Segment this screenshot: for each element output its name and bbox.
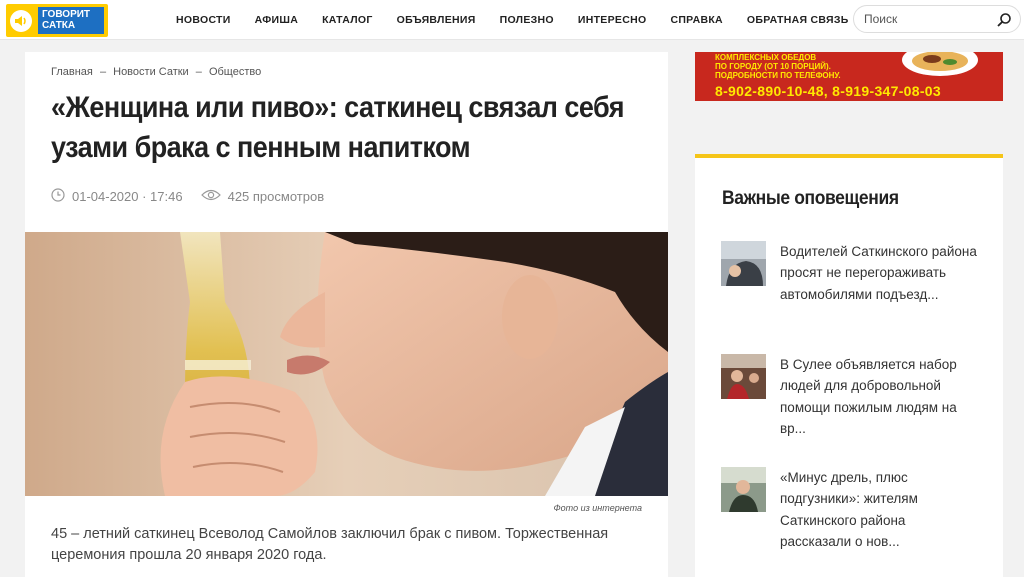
nav-afisha[interactable]: АФИША [255, 14, 298, 26]
breadcrumb-separator: – [99, 66, 107, 78]
banner-line-1: КОМПЛЕКСНЫХ ОБЕДОВ [715, 53, 817, 62]
alert-item[interactable]: В Сулее объявляется набор людей для добр… [721, 354, 981, 439]
ad-banner[interactable]: КОМПЛЕКСНЫХ ОБЕДОВ ПО ГОРОДУ (ОТ 10 ПОРЦ… [695, 52, 1003, 101]
alert-item[interactable]: «Минус дрель, плюс подгузники»: жителям … [721, 467, 981, 552]
food-plate-image [900, 52, 980, 80]
alert-thumbnail [721, 467, 766, 512]
breadcrumb: Главная – Новости Сатки – Общество [51, 66, 261, 78]
banner-text: КОМПЛЕКСНЫХ ОБЕДОВ ПО ГОРОДУ (ОТ 10 ПОРЦ… [715, 53, 841, 80]
alerts-widget: Важные оповещения Водителей Саткинского … [695, 154, 1003, 577]
article-meta: 01-04-2020 · 17:46 425 просмотров [51, 188, 324, 205]
nav-news[interactable]: НОВОСТИ [176, 14, 231, 26]
alert-item[interactable]: Водителей Саткинского района просят не п… [721, 241, 981, 305]
article-date: 01-04-2020 · 17:46 [72, 189, 183, 204]
search-icon[interactable] [996, 12, 1012, 28]
article: Главная – Новости Сатки – Общество «Женщ… [25, 52, 668, 577]
search-input[interactable] [864, 12, 994, 26]
photo-caption: Фото из интернета [553, 503, 642, 513]
nav-useful[interactable]: ПОЛЕЗНО [500, 14, 554, 26]
views-count: 425 просмотров [227, 189, 325, 204]
nav-interesting[interactable]: ИНТЕРЕСНО [578, 14, 647, 26]
nav-ads[interactable]: ОБЪЯВЛЕНИЯ [397, 14, 476, 26]
banner-phones: 8-902-890-10-48, 8-919-347-08-03 [715, 83, 941, 99]
alerts-title: Важные оповещения [722, 188, 899, 209]
logo-text: ГОВОРИТ САТКА [38, 7, 104, 34]
site-logo[interactable]: ГОВОРИТ САТКА [6, 4, 108, 37]
breadcrumb-society[interactable]: Общество [209, 66, 261, 78]
nav-info[interactable]: СПРАВКА [670, 14, 722, 26]
alert-text: В Сулее объявляется набор людей для добр… [780, 357, 957, 436]
alert-thumbnail [721, 354, 766, 399]
breadcrumb-separator: – [195, 66, 202, 78]
article-views: 425 просмотров [200, 189, 325, 204]
nav-feedback[interactable]: ОБРАТНАЯ СВЯЗЬ [747, 14, 849, 26]
clock-icon [51, 188, 72, 205]
banner-line-3: ПОДРОБНОСТИ ПО ТЕЛЕФОНУ. [715, 71, 841, 80]
logo-line-2: САТКА [42, 20, 76, 31]
alert-text: «Минус дрель, плюс подгузники»: жителям … [780, 470, 918, 549]
breadcrumb-news[interactable]: Новости Сатки [113, 66, 189, 78]
search-box [853, 5, 1021, 33]
eye-icon [200, 189, 228, 204]
main-nav: НОВОСТИ АФИША КАТАЛОГ ОБЪЯВЛЕНИЯ ПОЛЕЗНО… [164, 0, 861, 40]
article-photo [25, 232, 668, 496]
banner-line-2: ПО ГОРОДУ (ОТ 10 ПОРЦИЙ). [715, 62, 831, 71]
article-title: «Женщина или пиво»: саткинец связал себя… [51, 91, 625, 164]
site-header: ГОВОРИТ САТКА НОВОСТИ АФИША КАТАЛОГ ОБЪЯ… [0, 0, 1024, 40]
article-lead: 45 – летний саткинец Всеволод Самойлов з… [51, 526, 609, 563]
logo-line-1: ГОВОРИТ [42, 9, 91, 20]
nav-catalog[interactable]: КАТАЛОГ [322, 14, 373, 26]
alert-text: Водителей Саткинского района просят не п… [780, 244, 977, 302]
breadcrumb-home[interactable]: Главная [51, 66, 93, 78]
speaker-icon [6, 4, 36, 37]
alert-thumbnail [721, 241, 766, 286]
